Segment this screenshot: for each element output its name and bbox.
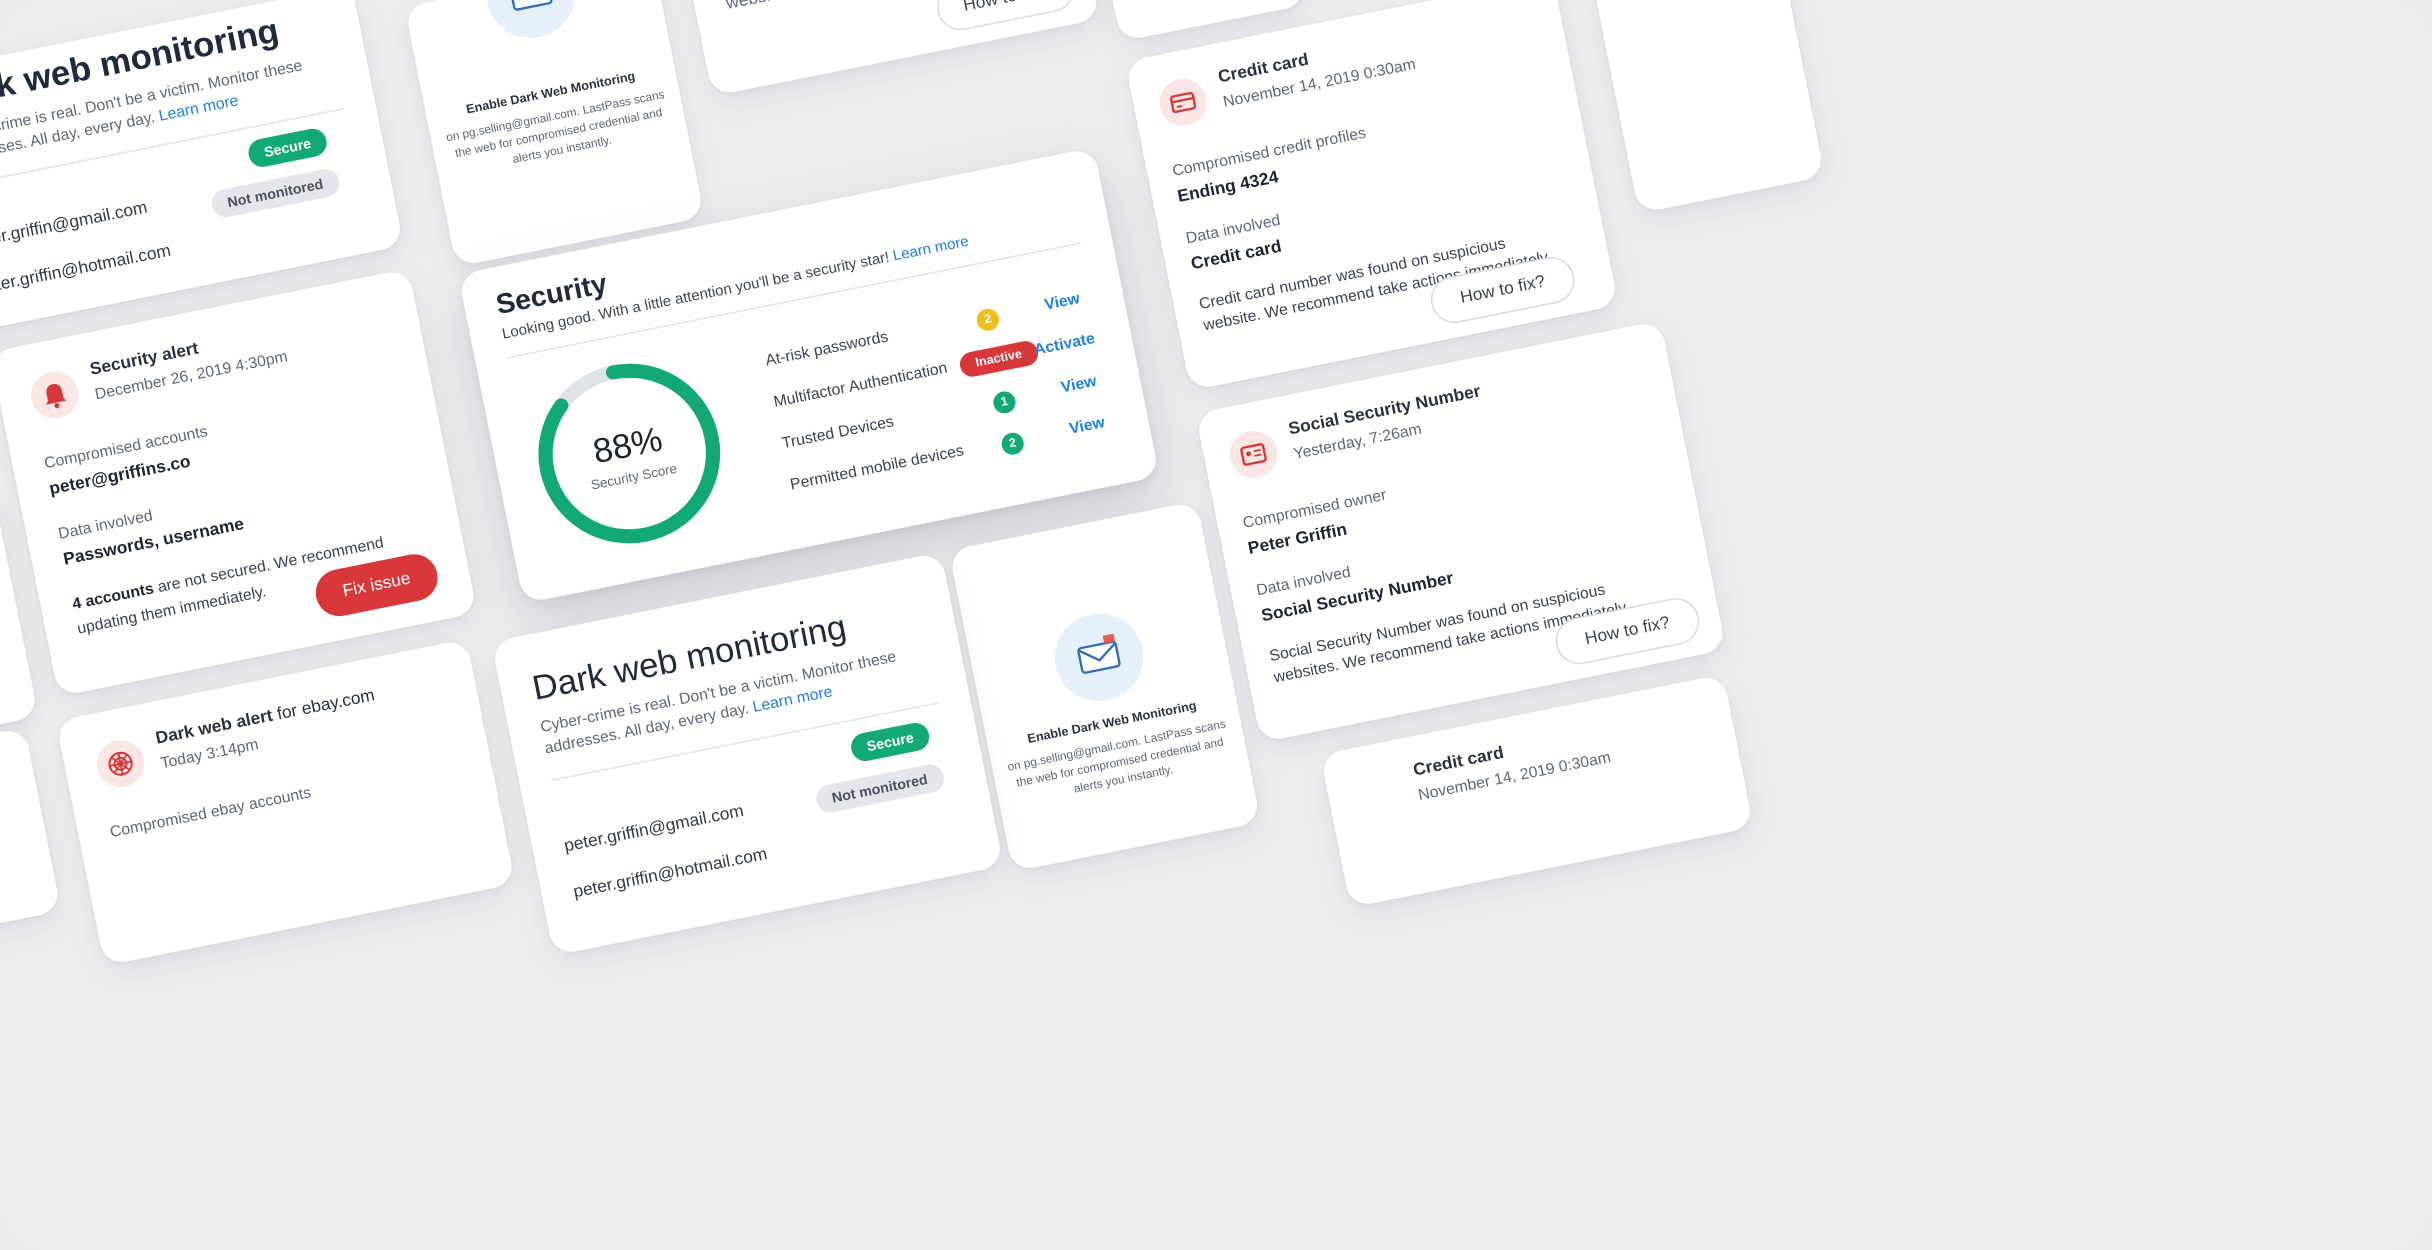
status-badge-secure: Secure (246, 126, 330, 170)
view-mobile-link[interactable]: View (1068, 415, 1106, 439)
credit-card-alert-card: Credit card November 14, 2019 0:30am Com… (1124, 0, 1619, 391)
email-gmail: peter.griffin@gmail.com (562, 801, 746, 857)
alert-title: Dark web alert for ebay.com (154, 686, 376, 748)
enable-monitoring-card: Enable Dark Web Monitoring on pg.selling… (948, 500, 1261, 872)
web-icon (92, 736, 149, 792)
status-badge-secure: Secure (848, 720, 932, 764)
email-hotmail: peter.griffin@hotmail.com (571, 844, 769, 902)
ssn-alert-card-partial-top: Social Security Number was found on susp… (675, 0, 1101, 97)
enable-monitoring-card-top: Enable Dark Web Monitoring on pg.selling… (404, 0, 705, 267)
id-card-icon (1225, 426, 1282, 483)
learn-more-link[interactable]: Learn more (892, 233, 971, 265)
view-trusted-link[interactable]: View (1060, 373, 1098, 397)
view-at-risk-link[interactable]: View (1043, 291, 1081, 315)
label-compromised: Compromised ebay accounts (108, 784, 313, 842)
item-permitted-mobile-devices: Permitted mobile devices (788, 442, 966, 495)
badge-inactive: Inactive (957, 338, 1040, 379)
status-badge-not-monitored: Not monitored (209, 166, 342, 220)
ssn-alert-card: Social Security Number Yesterday, 7:26am… (1195, 320, 1727, 743)
security-score-gauge: 88% Security Score (514, 339, 744, 567)
email-hotmail: peter.griffin@hotmail.com (0, 241, 173, 299)
alert-title-suffix: for ebay.com (270, 686, 377, 726)
item-multifactor-authentication: Multifactor Authentication (772, 360, 949, 412)
how-to-fix-button[interactable]: How to fix? (932, 0, 1079, 35)
email-gmail: peter.griffin@gmail.com (0, 198, 150, 253)
item-at-risk-passwords: At-risk passwords (764, 328, 890, 371)
partial-card-bottom-left (0, 727, 62, 945)
bell-icon (26, 367, 83, 423)
security-alert-card: Security alert December 26, 2019 4:30pm … (0, 268, 478, 697)
activate-mfa-link[interactable]: Activate (1033, 331, 1097, 360)
badge-trusted-count: 1 (991, 389, 1018, 416)
partial-card-far-right (1593, 0, 1826, 214)
dark-web-monitoring-card: Dark web monitoring Cyber-crime is real.… (491, 551, 1004, 956)
status-badge-not-monitored: Not monitored (813, 762, 946, 816)
item-trusted-devices: Trusted Devices (780, 413, 896, 453)
badge-mobile-count: 2 (999, 430, 1026, 457)
fix-issue-button-partial[interactable]: Fix issue (0, 653, 3, 725)
envelope-icon (1046, 605, 1151, 709)
screenshot-frame: Dark web monitoring Cyber-crime is real.… (0, 0, 2432, 1250)
badge-at-risk-count: 2 (974, 306, 1001, 333)
envelope-icon (478, 0, 583, 46)
credit-card-icon (1155, 74, 1211, 131)
ebay-alert-card: Dark web alert for ebay.com Today 3:14pm… (55, 638, 516, 966)
